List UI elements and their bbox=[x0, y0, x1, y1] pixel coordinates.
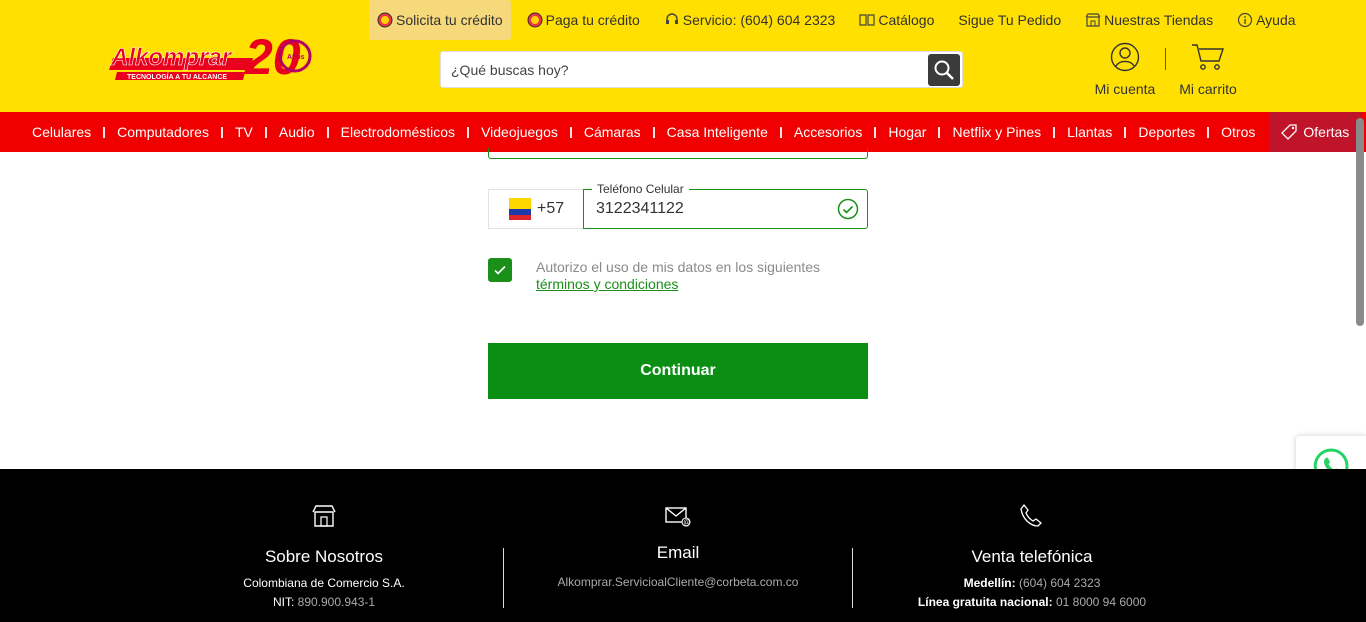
account-label: Mi cuenta bbox=[1094, 81, 1156, 97]
search-bar bbox=[440, 51, 963, 88]
cart-label: Mi carrito bbox=[1179, 81, 1237, 97]
catalog-icon bbox=[859, 12, 875, 28]
alkomprar-logo[interactable]: Alkomprar TECNOLOGÍA A TU ALCANCE 20 Año… bbox=[107, 28, 322, 85]
nav-item-hogar[interactable]: Hogar bbox=[876, 124, 938, 140]
footer-about-title: Sobre Nosotros bbox=[264, 547, 384, 566]
email-address[interactable]: Alkomprar.ServicioalCliente@corbeta.com.… bbox=[528, 575, 828, 589]
site-header: Solicita tu crédito Paga tu crédito Serv… bbox=[0, 0, 1366, 112]
store-icon bbox=[1085, 12, 1101, 28]
footer-phone-title: Venta telefónica bbox=[971, 547, 1093, 566]
topbar-nuestras-tiendas[interactable]: Nuestras Tiendas bbox=[1077, 0, 1221, 40]
topbar-servicio[interactable]: Servicio: (604) 604 2323 bbox=[656, 0, 844, 40]
svg-text:@: @ bbox=[683, 520, 690, 527]
topbar-catalogo[interactable]: Catálogo bbox=[851, 0, 942, 40]
store-icon bbox=[311, 503, 337, 529]
nav-item-accesorios[interactable]: Accesorios bbox=[782, 124, 874, 140]
footer-about: Sobre Nosotros Colombiana de Comercio S.… bbox=[174, 469, 474, 609]
user-icon bbox=[1110, 42, 1140, 72]
consent-text: Autorizo el uso de mis datos en los sigu… bbox=[536, 259, 820, 293]
colombia-flag-icon bbox=[509, 198, 531, 220]
nit-label: NIT: bbox=[272, 595, 295, 609]
topbar-label: Servicio: (604) 604 2323 bbox=[682, 12, 836, 28]
logo-brand: Alkomprar bbox=[110, 44, 233, 71]
my-cart[interactable]: Mi carrito bbox=[1176, 42, 1240, 97]
nav-item-videojuegos[interactable]: Videojuegos bbox=[469, 124, 570, 140]
nav-item-ofertas[interactable]: Ofertas bbox=[1269, 112, 1362, 152]
page-scrollbar[interactable] bbox=[1356, 118, 1364, 326]
site-footer: Sobre Nosotros Colombiana de Comercio S.… bbox=[0, 469, 1366, 622]
footer-email-title: Email bbox=[656, 543, 700, 562]
topbar-label: Solicita tu crédito bbox=[396, 12, 503, 28]
company-name: Colombiana de Comercio S.A. bbox=[243, 576, 405, 590]
nav-item-celulares[interactable]: Celulares bbox=[20, 124, 103, 140]
header-divider bbox=[1165, 48, 1166, 70]
consent-checkbox[interactable] bbox=[488, 258, 512, 282]
nav-item-llantas[interactable]: Llantas bbox=[1055, 124, 1124, 140]
nav-item-tv[interactable]: TV bbox=[223, 124, 265, 140]
search-button[interactable] bbox=[928, 53, 960, 86]
nav-item-camaras[interactable]: Cámaras bbox=[572, 124, 653, 140]
search-icon bbox=[934, 60, 954, 80]
pay-coin-icon bbox=[527, 12, 543, 28]
topbar-sigue-pedido[interactable]: Sigue Tu Pedido bbox=[950, 0, 1069, 40]
info-icon bbox=[1237, 12, 1253, 28]
cart-icon bbox=[1192, 44, 1224, 70]
footer-email: @ Email Alkomprar.ServicioalCliente@corb… bbox=[528, 469, 828, 589]
nav-item-casa-inteligente[interactable]: Casa Inteligente bbox=[655, 124, 780, 140]
country-code: +57 bbox=[537, 200, 565, 217]
national-number[interactable]: 01 8000 94 6000 bbox=[1056, 595, 1146, 609]
continue-button[interactable]: Continuar bbox=[488, 343, 868, 399]
topbar-label: Catálogo bbox=[878, 12, 935, 28]
topbar-solicita-credito[interactable]: Solicita tu crédito bbox=[369, 0, 511, 40]
company-nit: NIT: 890.900.943-1 bbox=[174, 595, 474, 609]
previous-input-field[interactable] bbox=[488, 148, 868, 159]
my-account[interactable]: Mi cuenta bbox=[1090, 42, 1160, 97]
nav-item-electrodomesticos[interactable]: Electrodomésticos bbox=[329, 124, 467, 140]
tag-icon bbox=[1281, 124, 1298, 140]
search-input[interactable] bbox=[441, 61, 928, 78]
email-icon: @ bbox=[665, 503, 691, 529]
topbar-paga-credito[interactable]: Paga tu crédito bbox=[519, 0, 648, 40]
terms-link[interactable]: términos y condiciones bbox=[536, 276, 678, 292]
valid-check-icon bbox=[837, 198, 859, 220]
national-line: Línea gratuita nacional: 01 8000 94 6000 bbox=[917, 595, 1147, 609]
footer-divider bbox=[503, 548, 504, 608]
nav-item-otros[interactable]: Otros bbox=[1209, 124, 1267, 140]
topbar-ayuda[interactable]: Ayuda bbox=[1229, 0, 1303, 40]
country-code-selector[interactable]: +57 bbox=[488, 189, 584, 229]
medellin-number[interactable]: (604) 604 2323 bbox=[1019, 576, 1100, 590]
logo-years-label: Años bbox=[287, 54, 305, 61]
footer-phone: Venta telefónica Medellín: (604) 604 232… bbox=[882, 469, 1182, 609]
category-nav: Celulares Computadores TV Audio Electrod… bbox=[0, 112, 1366, 152]
consent-label: Autorizo el uso de mis datos en los sigu… bbox=[536, 259, 821, 275]
top-utility-bar: Solicita tu crédito Paga tu crédito Serv… bbox=[369, 0, 1312, 40]
footer-divider bbox=[852, 548, 853, 608]
nav-item-netflix-pines[interactable]: Netflix y Pines bbox=[940, 124, 1053, 140]
topbar-label: Paga tu crédito bbox=[545, 12, 640, 28]
credit-coin-icon bbox=[377, 12, 393, 28]
nav-item-computadores[interactable]: Computadores bbox=[105, 124, 221, 140]
topbar-label: Nuestras Tiendas bbox=[1104, 12, 1214, 28]
phone-icon bbox=[1019, 503, 1045, 529]
phone-field[interactable]: Teléfono Celular 3122341122 bbox=[583, 182, 868, 229]
checkmark-icon bbox=[494, 265, 506, 275]
nit-value: 890.900.943-1 bbox=[297, 595, 376, 609]
nav-item-audio[interactable]: Audio bbox=[267, 124, 327, 140]
ofertas-label: Ofertas bbox=[1303, 124, 1350, 140]
logo-tagline: TECNOLOGÍA A TU ALCANCE bbox=[127, 72, 227, 81]
phone-value: 3122341122 bbox=[596, 200, 684, 217]
phone-field-label: Teléfono Celular bbox=[592, 182, 689, 196]
topbar-label: Ayuda bbox=[1256, 12, 1296, 28]
topbar-label: Sigue Tu Pedido bbox=[958, 12, 1062, 28]
headset-icon bbox=[664, 12, 680, 28]
nav-item-deportes[interactable]: Deportes bbox=[1126, 124, 1207, 140]
medellin-line: Medellín: (604) 604 2323 bbox=[963, 576, 1101, 590]
